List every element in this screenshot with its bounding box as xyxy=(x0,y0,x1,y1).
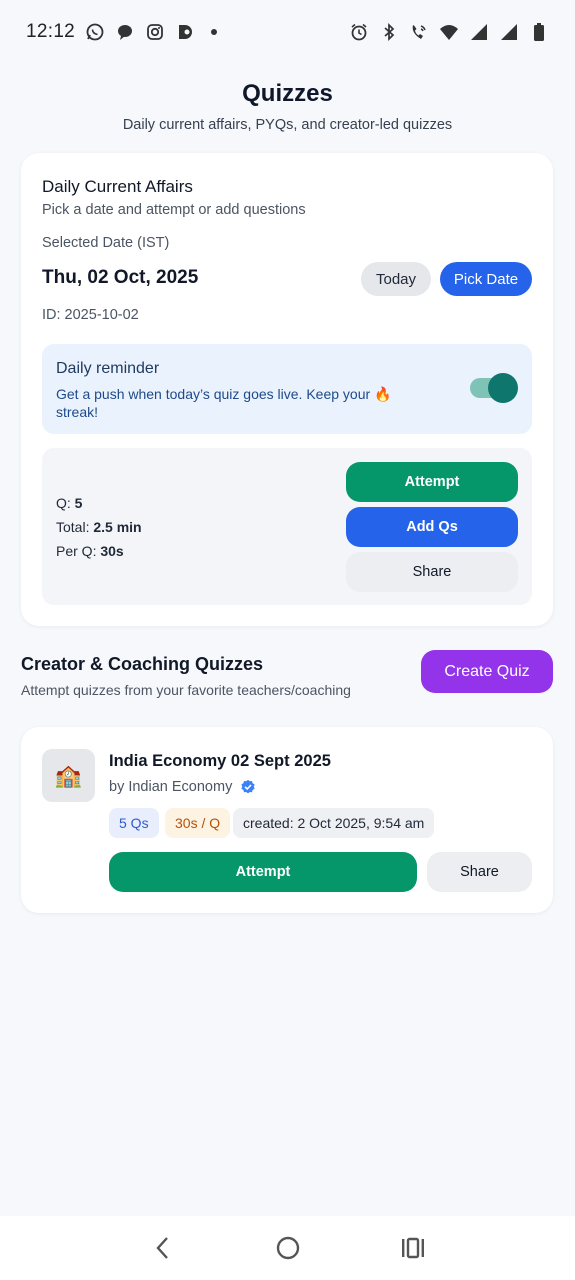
share-creator-quiz-button[interactable]: Share xyxy=(427,852,532,892)
daily-quiz-box: Q: 5 Total: 2.5 min Per Q: 30s Attempt A… xyxy=(42,448,532,605)
daily-subtitle: Pick a date and attempt or add questions xyxy=(42,202,306,218)
selected-date-value: Thu, 02 Oct, 2025 xyxy=(42,267,199,288)
per-question-value: 30s xyxy=(100,543,124,559)
question-count-label: Q: xyxy=(56,495,71,511)
created-date-chip: created: 2 Oct 2025, 9:54 am xyxy=(233,808,435,838)
battery-icon xyxy=(529,22,549,42)
daily-current-affairs-card: Daily Current Affairs Pick a date and at… xyxy=(21,153,553,626)
quiz-author: by Indian Economy xyxy=(109,779,256,795)
bluetooth-icon xyxy=(379,22,399,42)
daily-title: Daily Current Affairs xyxy=(42,177,193,196)
creator-section-subtitle: Attempt quizzes from your favorite teach… xyxy=(21,682,351,698)
attempt-creator-quiz-button[interactable]: Attempt xyxy=(109,852,417,892)
status-right xyxy=(349,22,549,42)
time-per-question-chip: 30s / Q xyxy=(165,808,231,838)
quiz-author-name: by Indian Economy xyxy=(109,779,233,795)
add-questions-button[interactable]: Add Qs xyxy=(346,507,518,547)
notification-dot xyxy=(211,29,218,35)
quiz-title: India Economy 02 Sept 2025 xyxy=(109,752,331,770)
school-icon: 🏫 xyxy=(42,749,95,802)
toggle-knob xyxy=(488,373,518,403)
creator-section-title: Creator & Coaching Quizzes xyxy=(21,654,264,674)
reminder-toggle[interactable] xyxy=(470,373,518,403)
signal-icon xyxy=(499,22,519,42)
per-question-time: Per Q: 30s xyxy=(56,543,124,559)
question-count: Q: 5 xyxy=(56,495,82,511)
daily-reminder-panel: Daily reminder Get a push when today’s q… xyxy=(42,344,532,434)
chat-icon xyxy=(115,22,135,42)
total-time-label: Total: xyxy=(56,519,90,535)
total-time: Total: 2.5 min xyxy=(56,519,142,535)
system-nav-bar xyxy=(0,1216,575,1280)
creator-quiz-card: 🏫 India Economy 02 Sept 2025 by Indian E… xyxy=(21,727,553,913)
reminder-text: Get a push when today’s quiz goes live. … xyxy=(56,386,392,420)
today-button[interactable]: Today xyxy=(361,262,431,296)
wifi-icon xyxy=(439,22,459,42)
selected-date-label: Selected Date (IST) xyxy=(42,235,170,251)
reminder-title: Daily reminder xyxy=(56,360,160,377)
attempt-button[interactable]: Attempt xyxy=(346,462,518,502)
status-bar: 12:12 xyxy=(0,0,575,64)
status-time: 12:12 xyxy=(26,21,76,42)
create-quiz-button[interactable]: Create Quiz xyxy=(421,650,553,693)
alarm-icon xyxy=(349,22,369,42)
total-time-value: 2.5 min xyxy=(93,519,142,535)
share-button[interactable]: Share xyxy=(346,552,518,592)
status-left: 12:12 xyxy=(26,21,218,43)
page-title: Quizzes xyxy=(242,80,333,107)
per-question-label: Per Q: xyxy=(56,543,97,559)
date-id: ID: 2025-10-02 xyxy=(42,307,139,323)
question-count-value: 5 xyxy=(74,495,83,511)
signal-icon xyxy=(469,22,489,42)
page-subtitle: Daily current affairs, PYQs, and creator… xyxy=(122,117,453,133)
home-icon[interactable] xyxy=(273,1233,303,1263)
app-icon xyxy=(175,22,195,42)
wifi-call-icon xyxy=(409,22,429,42)
pick-date-button[interactable]: Pick Date xyxy=(440,262,532,296)
whatsapp-icon xyxy=(85,22,105,42)
question-count-chip: 5 Qs xyxy=(109,808,159,838)
verified-badge-icon xyxy=(240,779,256,795)
instagram-icon xyxy=(145,22,165,42)
recents-icon[interactable] xyxy=(398,1233,428,1263)
back-icon[interactable] xyxy=(148,1233,178,1263)
